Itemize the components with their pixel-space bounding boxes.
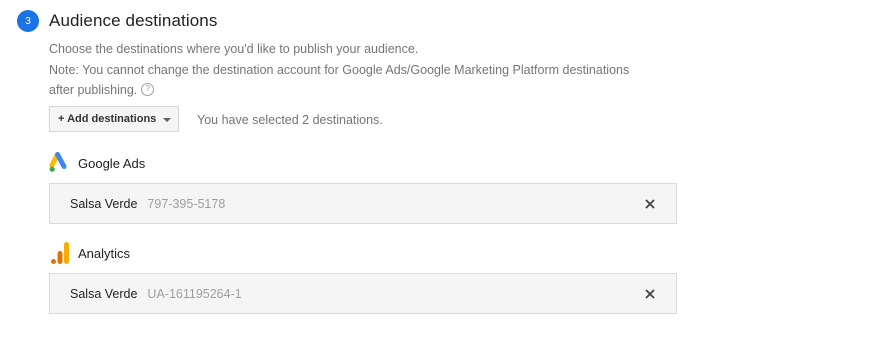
- description-line: Note: You cannot change the destination …: [49, 62, 630, 77]
- destination-type-label: Analytics: [78, 245, 131, 261]
- selected-destinations-summary: You have selected 2 destinations.: [197, 113, 383, 127]
- description-text: after publishing.: [49, 83, 138, 97]
- destination-account-row: Salsa Verde UA-161195264-1: [49, 273, 677, 314]
- account-id: 797-395-5178: [147, 196, 226, 211]
- destination-account-row: Salsa Verde 797-395-5178: [49, 183, 677, 224]
- description-line: Choose the destinations where you'd like…: [49, 42, 419, 56]
- section-description: Choose the destinations where you'd like…: [49, 39, 689, 101]
- destination-type-label: Google Ads: [78, 155, 146, 171]
- account-name: Salsa Verde: [70, 196, 138, 211]
- caret-down-icon: [163, 118, 171, 122]
- destination-header-analytics: Analytics: [49, 241, 130, 265]
- section-title: Audience destinations: [49, 11, 218, 30]
- destination-header-google-ads: Google Ads: [49, 151, 145, 175]
- google-ads-logo-icon: [49, 151, 73, 175]
- description-line: after publishing.?: [49, 80, 689, 101]
- add-destinations-button[interactable]: + Add destinations: [49, 106, 179, 132]
- account-name: Salsa Verde: [70, 286, 138, 301]
- close-icon: [645, 199, 655, 209]
- add-destinations-label: + Add destinations: [58, 113, 157, 125]
- step-number-badge: 3: [17, 10, 39, 32]
- account-id: UA-161195264-1: [147, 286, 242, 301]
- help-icon[interactable]: ?: [141, 83, 155, 97]
- analytics-logo-icon: [49, 241, 73, 265]
- remove-destination-button[interactable]: [642, 196, 658, 212]
- close-icon: [645, 289, 655, 299]
- remove-destination-button[interactable]: [642, 286, 658, 302]
